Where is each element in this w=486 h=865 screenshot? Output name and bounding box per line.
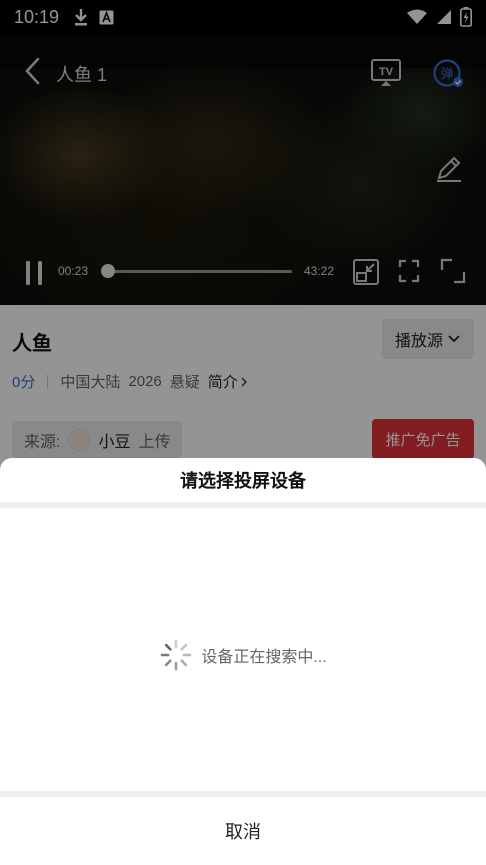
- sheet-title: 请选择投屏设备: [180, 471, 306, 491]
- cast-device-sheet: 请选择投屏设备 设备正在搜索中... 取消: [0, 458, 486, 865]
- divider: [0, 502, 486, 508]
- searching-text: 设备正在搜索中...: [201, 649, 327, 666]
- searching-status: 设备正在搜索中...: [0, 638, 486, 672]
- loading-spinner-icon: [161, 639, 192, 671]
- cancel-button[interactable]: 取消: [0, 797, 486, 865]
